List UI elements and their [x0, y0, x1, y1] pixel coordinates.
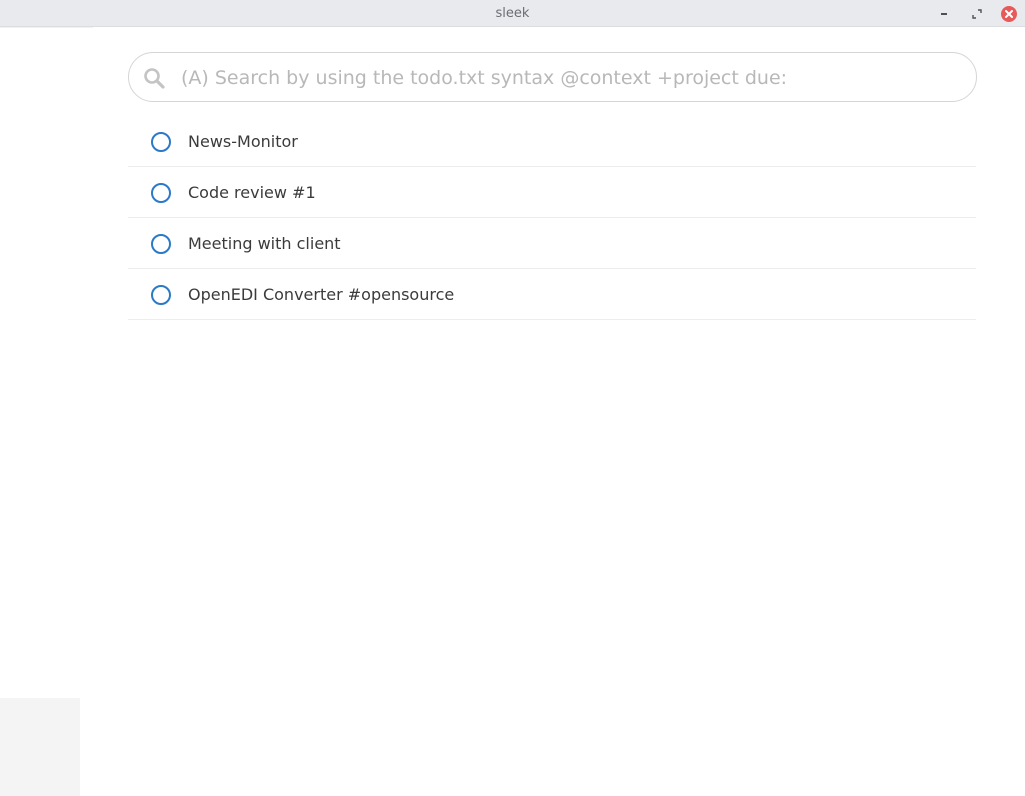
- todo-item[interactable]: Meeting with client: [128, 218, 976, 269]
- checkbox-circle-icon[interactable]: [151, 132, 171, 152]
- todo-text: Code review #1: [188, 183, 316, 202]
- close-button[interactable]: [1001, 6, 1017, 22]
- title-bar[interactable]: sleek: [0, 0, 1025, 27]
- search-icon: [144, 68, 165, 89]
- todo-list: News-Monitor Code review #1 Meeting with…: [128, 116, 976, 320]
- maximize-button[interactable]: [969, 6, 985, 22]
- checkbox-circle-icon[interactable]: [151, 183, 171, 203]
- app-window: sleek News-Monitor: [0, 0, 1025, 796]
- checkbox-circle-icon[interactable]: [151, 285, 171, 305]
- todo-item[interactable]: OpenEDI Converter #opensource: [128, 269, 976, 320]
- checkbox-circle-icon[interactable]: [151, 234, 171, 254]
- maximize-icon: [972, 9, 982, 19]
- minimize-button[interactable]: [937, 6, 953, 22]
- close-icon: [1005, 10, 1013, 18]
- todo-text: Meeting with client: [188, 234, 341, 253]
- search-bar[interactable]: [128, 52, 977, 102]
- divider: [128, 319, 976, 320]
- sidebar-panel: [0, 698, 80, 796]
- todo-item[interactable]: Code review #1: [128, 167, 976, 218]
- todo-text: OpenEDI Converter #opensource: [188, 285, 455, 304]
- todo-item[interactable]: News-Monitor: [128, 116, 976, 167]
- search-input[interactable]: [179, 59, 963, 97]
- window-title: sleek: [495, 6, 530, 21]
- sidebar-divider: [0, 27, 93, 28]
- todo-text: News-Monitor: [188, 132, 298, 151]
